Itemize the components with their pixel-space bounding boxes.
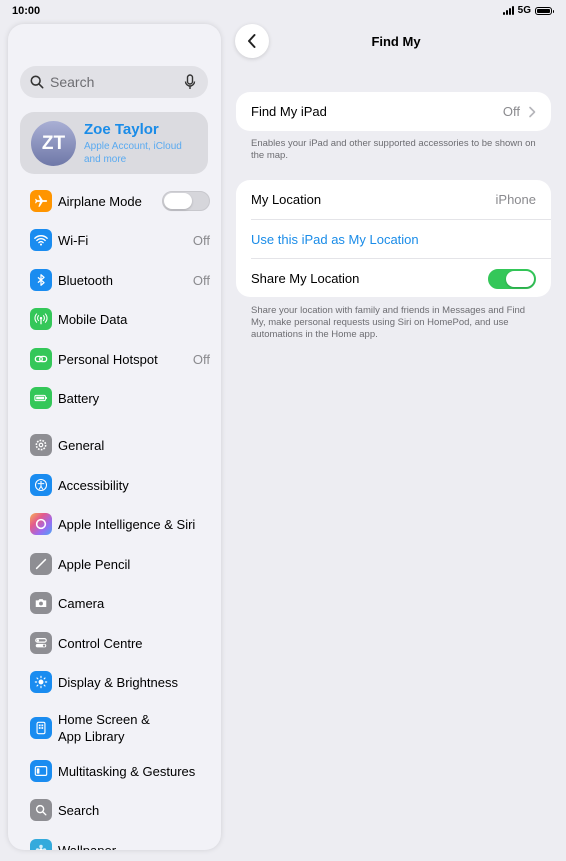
find-my-ipad-value: Off: [502, 104, 520, 119]
find-my-ipad-row[interactable]: Find My iPad Off: [251, 92, 536, 131]
find-my-ipad-label: Find My iPad: [251, 104, 327, 119]
sidebar-item-personal-hotspot[interactable]: Personal Hotspot Off: [30, 344, 210, 374]
home-screen-icon: [30, 717, 52, 739]
sidebar-item-apple-intelligence[interactable]: Apple Intelligence & Siri: [30, 509, 210, 539]
wallpaper-icon: [30, 839, 52, 850]
find-my-pane: Find My Find My iPad Off Enables your iP…: [221, 0, 566, 861]
sidebar-item-label: General: [58, 437, 105, 453]
sidebar-item-label: Apple Pencil: [58, 556, 131, 572]
battery-icon: [30, 387, 52, 409]
sidebar-item-label: Display & Brightness: [58, 674, 178, 690]
sidebar-item-label: Battery: [58, 390, 100, 406]
search-icon: [30, 799, 52, 821]
sidebar-item-wifi[interactable]: Wi-Fi Off: [30, 225, 210, 255]
share-my-location-label: Share My Location: [251, 271, 360, 286]
my-location-value: iPhone: [495, 192, 536, 207]
chevron-right-icon: [529, 106, 536, 117]
find-my-ipad-footnote: Enables your iPad and other supported ac…: [251, 138, 536, 161]
bluetooth-icon: [30, 269, 52, 291]
sidebar-item-mobile-data[interactable]: Mobile Data: [30, 304, 210, 334]
profile-name: Zoe Taylor: [84, 121, 159, 138]
gear-icon: [30, 434, 52, 456]
page-title: Find My: [371, 34, 421, 49]
sidebar-item-value: Off: [192, 351, 210, 367]
sidebar-item-label: Control Centre: [58, 635, 143, 651]
sidebar-item-label: Apple Intelligence & Siri: [58, 516, 196, 532]
sidebar-item-display-brightness[interactable]: Display & Brightness: [30, 667, 210, 697]
siri-icon: [30, 513, 52, 535]
sidebar-item-battery[interactable]: Battery: [30, 383, 210, 413]
my-location-label: My Location: [251, 192, 322, 207]
avatar: ZT: [31, 121, 76, 166]
sidebar-item-label: Home Screen & App Library: [58, 712, 150, 744]
airplane-mode-toggle[interactable]: [162, 191, 210, 211]
search-placeholder: Search: [50, 74, 95, 90]
sidebar-item-multitasking[interactable]: Multitasking & Gestures: [30, 756, 210, 786]
sidebar-item-label: Accessibility: [58, 477, 129, 493]
use-this-ipad-link[interactable]: Use this iPad as My Location: [251, 232, 419, 247]
sidebar-item-bluetooth[interactable]: Bluetooth Off: [30, 265, 210, 295]
apple-account-card[interactable]: ZT Zoe Taylor Apple Account, iCloud and …: [20, 112, 208, 174]
profile-subtitle: Apple Account, iCloud and more: [84, 141, 182, 165]
sidebar-item-label: Multitasking & Gestures: [58, 763, 196, 779]
camera-icon: [30, 592, 52, 614]
sidebar-item-label: Wallpaper: [58, 842, 117, 851]
sidebar-item-value: Off: [192, 272, 210, 288]
airplane-icon: [30, 190, 52, 212]
find-my-ipad-card: Find My iPad Off: [236, 92, 551, 131]
status-time: 10:00: [12, 5, 41, 17]
sun-icon: [30, 671, 52, 693]
sidebar-item-apple-pencil[interactable]: Apple Pencil: [30, 549, 210, 579]
wifi-icon: [30, 229, 52, 251]
microphone-icon[interactable]: [184, 74, 196, 90]
sidebar-item-label: Personal Hotspot: [58, 351, 158, 367]
link-icon: [30, 348, 52, 370]
sidebar-item-search[interactable]: Search: [30, 795, 210, 825]
search-field[interactable]: Search: [20, 66, 208, 98]
share-my-location-row: Share My Location: [251, 259, 536, 298]
sidebar-item-value: Off: [192, 232, 210, 248]
sidebar-item-home-screen[interactable]: Home Screen & App Library: [30, 710, 210, 746]
sidebar-item-general[interactable]: General: [30, 430, 210, 460]
sidebar-item-label: Camera: [58, 595, 105, 611]
sidebar-item-control-centre[interactable]: Control Centre: [30, 628, 210, 658]
pencil-icon: [30, 553, 52, 575]
sidebar-item-label: Wi-Fi: [58, 232, 89, 248]
sidebar-item-wallpaper[interactable]: Wallpaper: [30, 835, 210, 850]
search-icon: [30, 75, 44, 89]
sidebar-item-camera[interactable]: Camera: [30, 588, 210, 618]
use-this-ipad-row[interactable]: Use this iPad as My Location: [251, 220, 536, 259]
sidebar-item-label: Bluetooth: [58, 272, 113, 288]
sidebar-item-label: Mobile Data: [58, 311, 128, 327]
location-card: My Location iPhone Use this iPad as My L…: [236, 180, 551, 297]
sidebar-item-airplane-mode[interactable]: Airplane Mode: [30, 186, 210, 216]
sidebar-item-label: Airplane Mode: [58, 193, 142, 209]
sidebar-item-label: Search: [58, 802, 100, 818]
accessibility-icon: [30, 474, 52, 496]
control-centre-icon: [30, 632, 52, 654]
sidebar-item-accessibility[interactable]: Accessibility: [30, 470, 210, 500]
my-location-row: My Location iPhone: [251, 180, 536, 219]
antenna-icon: [30, 308, 52, 330]
share-location-footnote: Share your location with family and frie…: [251, 305, 526, 340]
multitasking-icon: [30, 760, 52, 782]
share-my-location-toggle[interactable]: [488, 268, 536, 289]
settings-sidebar: Search ZT Zoe Taylor Apple Account, iClo…: [8, 24, 221, 850]
